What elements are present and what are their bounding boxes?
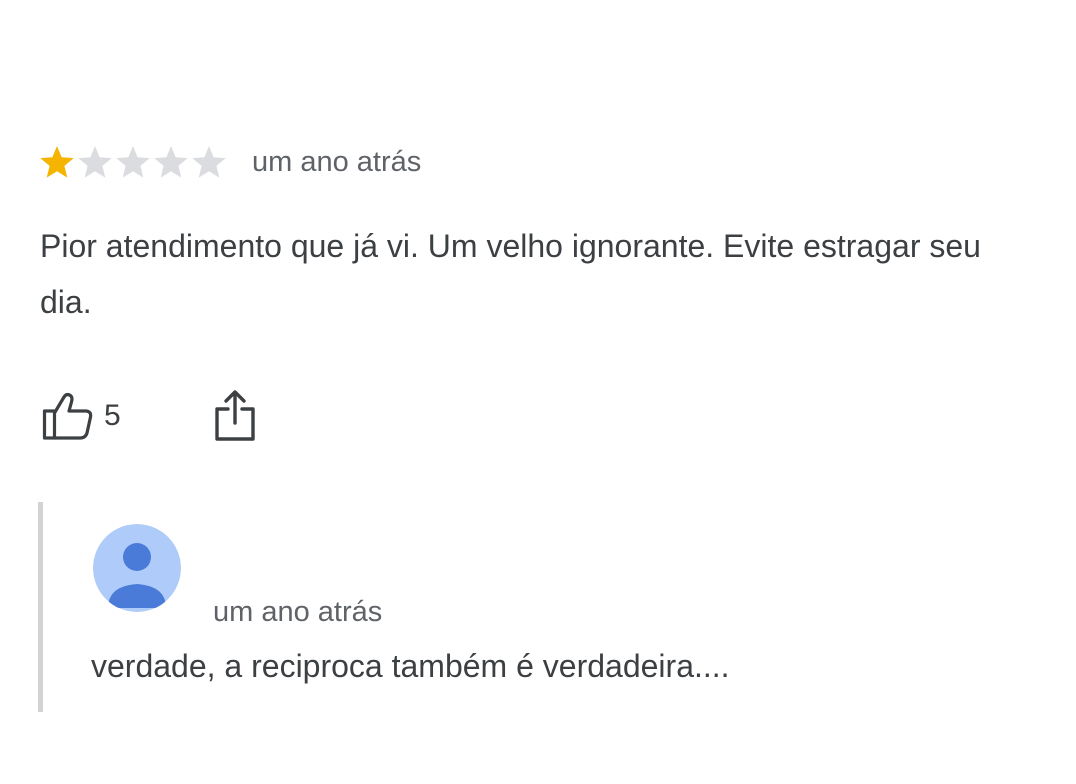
star-rating: [38, 143, 228, 181]
avatar: [93, 524, 181, 612]
review-card: um ano atrás Pior atendimento que já vi.…: [0, 0, 1076, 784]
reply-timestamp: um ano atrás: [213, 596, 383, 628]
reply-text: verdade, a reciproca também é verdadeira…: [91, 648, 730, 684]
star-filled-icon: [38, 143, 76, 181]
thumbs-up-icon: [42, 391, 94, 441]
share-icon: [211, 389, 259, 443]
star-empty-icon: [114, 143, 152, 181]
like-count: 5: [104, 399, 121, 432]
review-text: Pior atendimento que já vi. Um velho ign…: [40, 228, 981, 320]
star-empty-icon: [190, 143, 228, 181]
review-timestamp: um ano atrás: [252, 145, 422, 178]
rating-row: um ano atrás: [38, 140, 421, 184]
like-button[interactable]: 5: [42, 391, 121, 441]
owner-reply: um ano atrás verdade, a reciproca também…: [38, 502, 1003, 712]
review-actions: 5: [42, 388, 259, 444]
share-button[interactable]: [211, 389, 259, 443]
person-icon: [93, 524, 181, 612]
star-empty-icon: [152, 143, 190, 181]
star-empty-icon: [76, 143, 114, 181]
